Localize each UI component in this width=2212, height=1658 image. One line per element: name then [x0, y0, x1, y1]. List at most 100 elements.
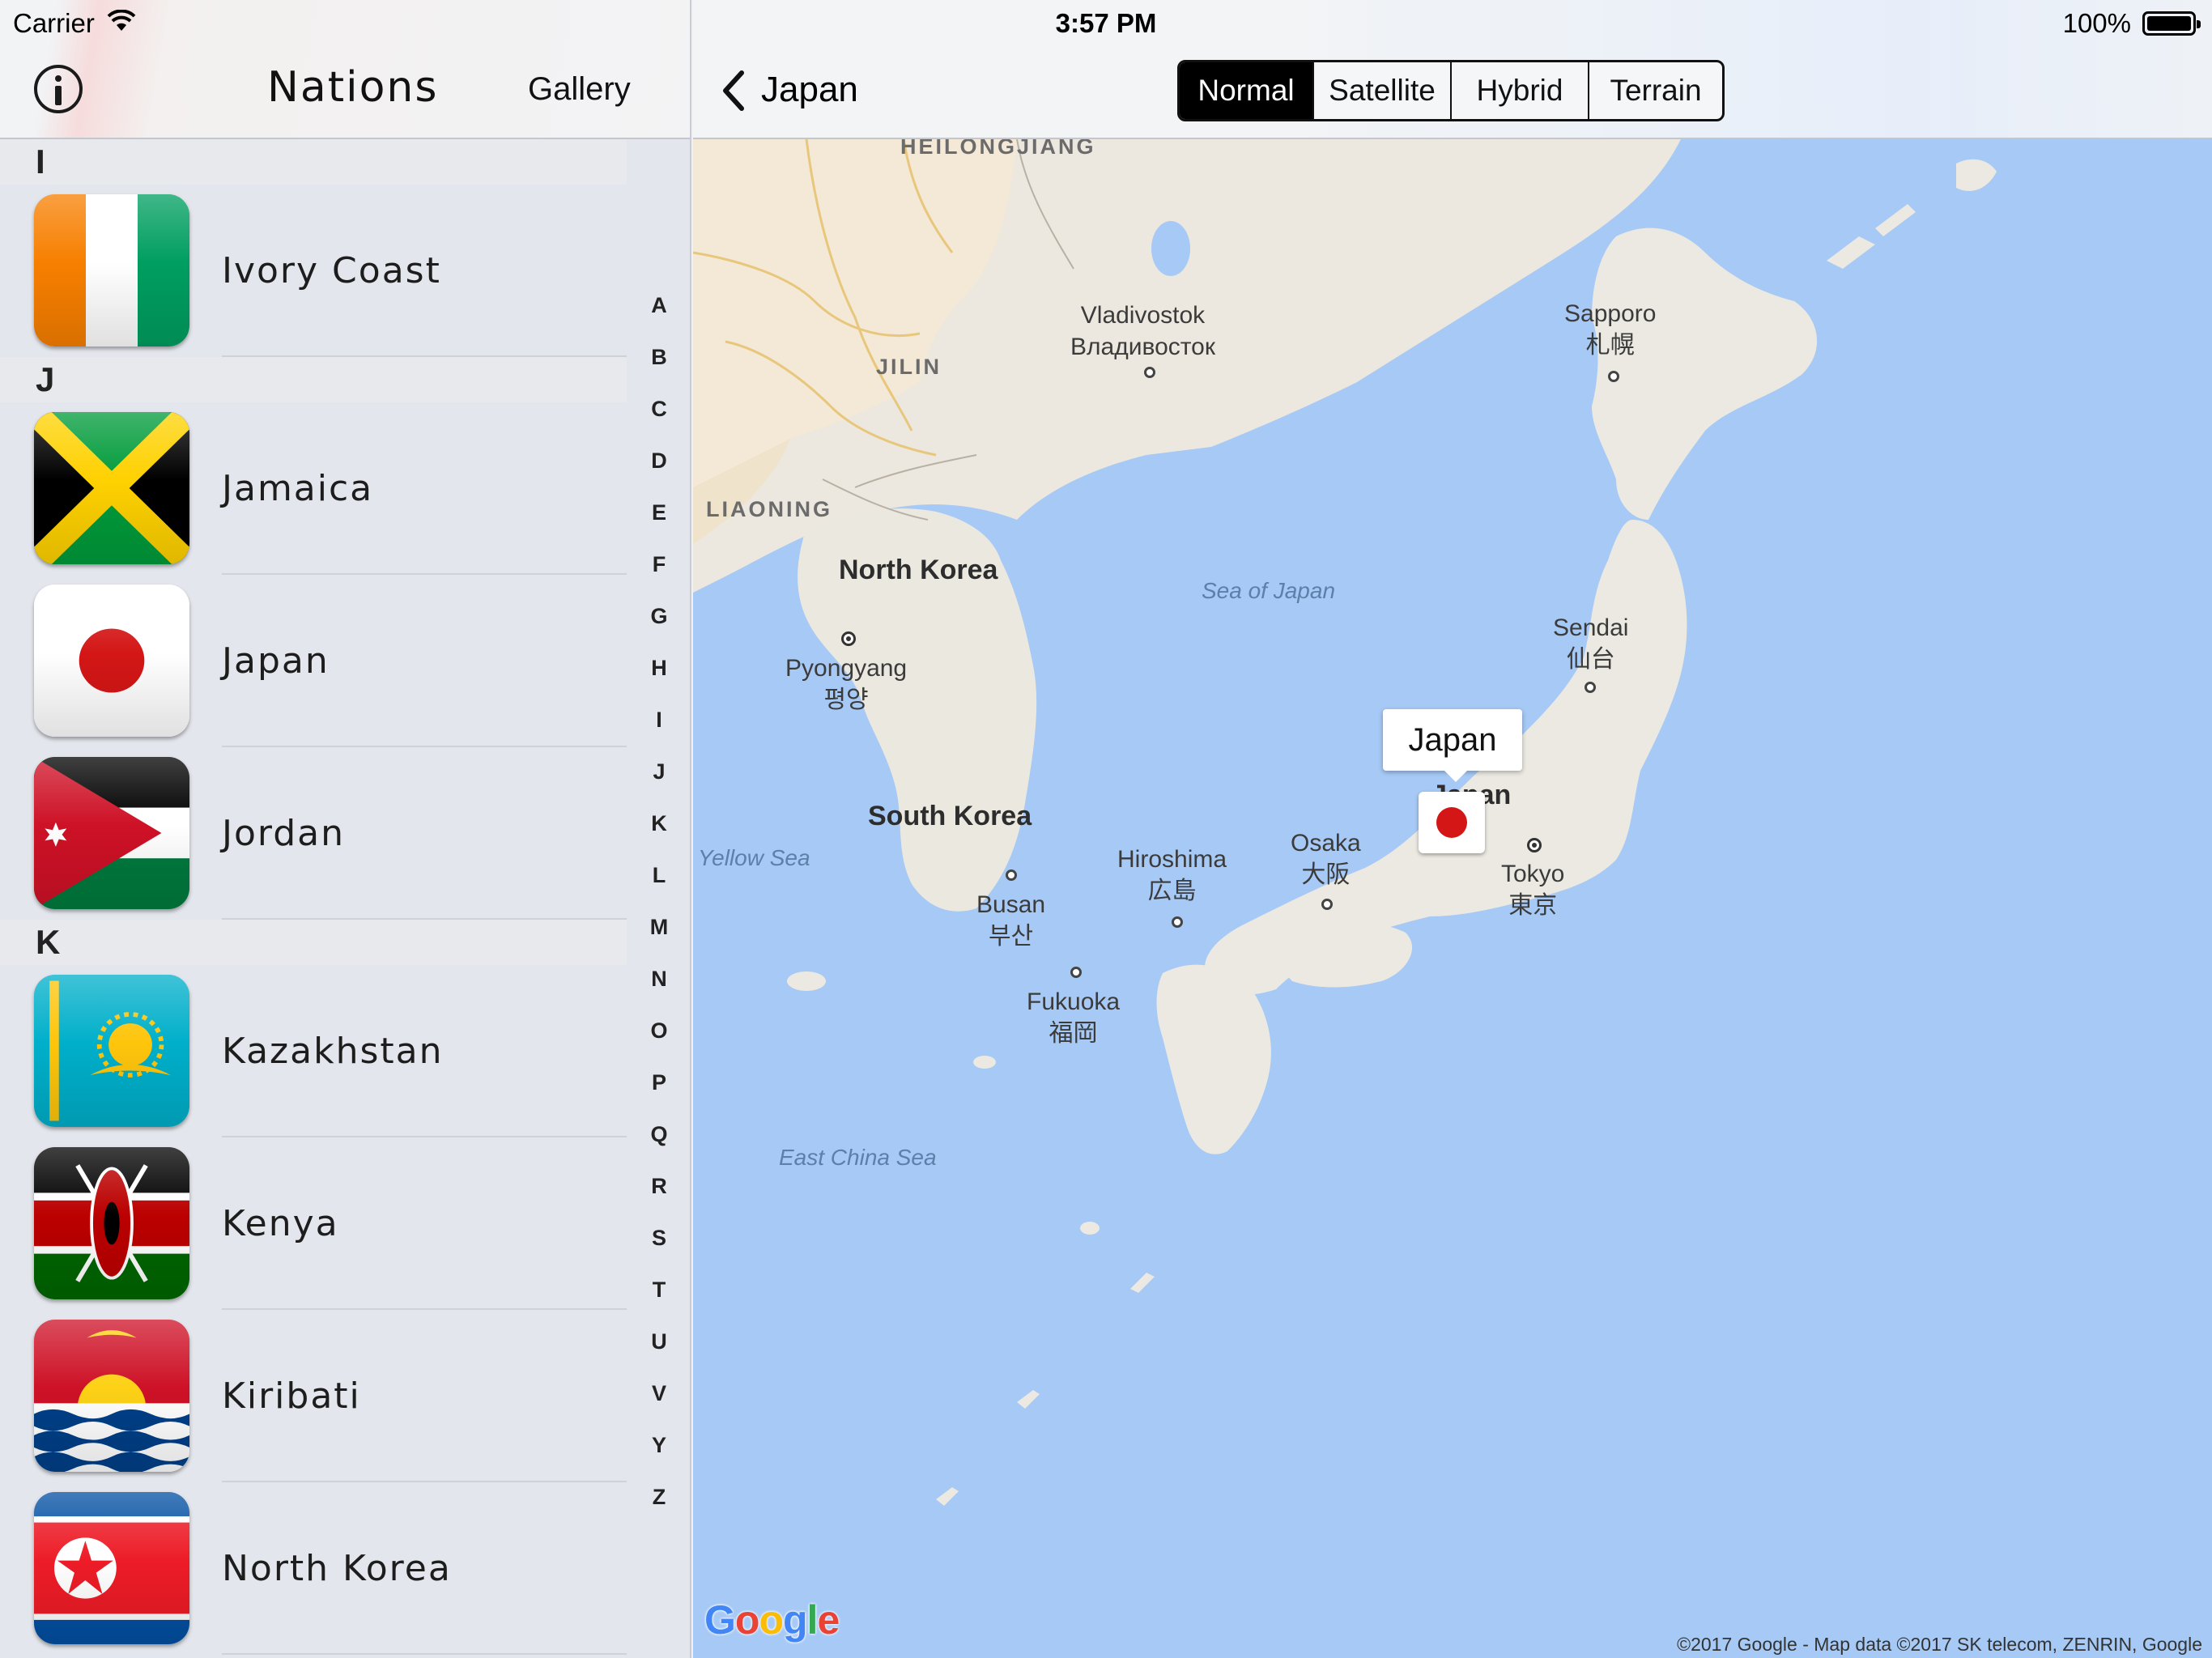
- chevron-left-icon: [723, 70, 744, 111]
- index-letter-l[interactable]: L: [627, 863, 690, 888]
- nations-list[interactable]: I Ivory Coast J Jamaica Japan Jordan K K…: [0, 139, 627, 1655]
- list-item-label: Japan: [222, 640, 330, 682]
- map-callout[interactable]: Japan: [1383, 709, 1522, 782]
- index-letter-m[interactable]: M: [627, 915, 690, 940]
- index-letter-u[interactable]: U: [627, 1329, 690, 1354]
- jamaica-flag-icon: [34, 412, 189, 564]
- city-marker: [1070, 967, 1082, 978]
- city-marker: [1608, 371, 1619, 382]
- region-label: LIAONING: [706, 497, 832, 521]
- battery-icon: [2142, 11, 2201, 36]
- list-item-kazakhstan[interactable]: Kazakhstan: [0, 965, 627, 1137]
- segment-normal[interactable]: Normal: [1180, 62, 1314, 119]
- index-letter-n[interactable]: N: [627, 967, 690, 992]
- index-letter-i[interactable]: I: [627, 708, 690, 733]
- battery-percentage: 100%: [2062, 8, 2131, 38]
- jordan-flag-icon: [34, 757, 189, 909]
- japan-flag-pin-icon[interactable]: [1419, 792, 1485, 853]
- city-marker: [1172, 916, 1183, 928]
- index-letter-p[interactable]: P: [627, 1070, 690, 1095]
- map-view[interactable]: HEILONGJIANG JILIN LIAONING North Korea …: [693, 139, 2212, 1658]
- city-label-sapporo: Sapporo 札幌: [1564, 300, 1657, 359]
- back-button-label: Japan: [761, 70, 858, 109]
- section-header-i: I: [0, 139, 627, 185]
- google-logo: Google: [704, 1597, 840, 1643]
- page-title: Nations: [267, 63, 439, 112]
- country-label: North Korea: [839, 555, 998, 585]
- index-letter-c[interactable]: C: [627, 397, 690, 422]
- index-letter-a[interactable]: A: [627, 293, 690, 318]
- city-marker: [1006, 869, 1017, 881]
- sea-label: East China Sea: [779, 1145, 937, 1170]
- index-letter-h[interactable]: H: [627, 656, 690, 681]
- city-marker: [1144, 367, 1155, 378]
- index-letter-z[interactable]: Z: [627, 1485, 690, 1510]
- city-label-vladivostok: Vladivostok Владивосток: [1070, 302, 1215, 360]
- kenya-flag-icon: [34, 1147, 189, 1299]
- gallery-button[interactable]: Gallery: [528, 71, 631, 108]
- city-marker: [1321, 899, 1333, 910]
- city-label-sendai: Sendai 仙台: [1553, 614, 1629, 673]
- section-header-j: J: [0, 357, 627, 402]
- index-letter-g[interactable]: G: [627, 604, 690, 629]
- ivory-coast-flag-icon: [34, 194, 189, 346]
- info-button[interactable]: [34, 65, 83, 113]
- country-label: South Korea: [868, 801, 1032, 831]
- list-item-ivory-coast[interactable]: Ivory Coast: [0, 185, 627, 357]
- status-bar: Carrier 3:57 PM 100%: [0, 0, 2212, 45]
- status-time: 3:57 PM: [1055, 8, 1157, 38]
- city-label-busan: Busan 부산: [976, 891, 1046, 950]
- index-letter-b[interactable]: B: [627, 345, 690, 370]
- list-item-jordan[interactable]: Jordan: [0, 747, 627, 920]
- index-letter-d[interactable]: D: [627, 449, 690, 474]
- section-index-bar[interactable]: A B C D E F G H I J K L M N O P Q R S T U V Y Z: [627, 139, 690, 1658]
- index-letter-v[interactable]: V: [627, 1381, 690, 1406]
- index-letter-j[interactable]: J: [627, 759, 690, 784]
- index-letter-o[interactable]: O: [627, 1018, 690, 1044]
- list-item-kiribati[interactable]: Kiribati: [0, 1310, 627, 1482]
- kiribati-flag-icon: [34, 1320, 189, 1472]
- sea-label: Sea of Japan: [1202, 578, 1336, 603]
- index-letter-f[interactable]: F: [627, 552, 690, 577]
- segment-hybrid[interactable]: Hybrid: [1452, 62, 1589, 119]
- list-item-label: Kazakhstan: [222, 1031, 444, 1072]
- list-item-label: North Korea: [222, 1548, 452, 1589]
- segment-terrain[interactable]: Terrain: [1589, 62, 1722, 119]
- index-letter-q[interactable]: Q: [627, 1122, 690, 1147]
- capital-marker: [1527, 838, 1542, 852]
- list-item-jamaica[interactable]: Jamaica: [0, 402, 627, 575]
- city-label-hiroshima: Hiroshima 広島: [1117, 846, 1227, 904]
- index-letter-k[interactable]: K: [627, 811, 690, 836]
- city-marker: [1585, 682, 1596, 693]
- section-header-k: K: [0, 920, 627, 965]
- north-korea-flag-icon: [34, 1492, 189, 1644]
- sea-label: Yellow Sea: [698, 845, 810, 870]
- index-letter-t[interactable]: T: [627, 1278, 690, 1303]
- index-letter-r[interactable]: R: [627, 1174, 690, 1199]
- map-attribution: ©2017 Google - Map data ©2017 SK telecom…: [1677, 1634, 2202, 1655]
- city-label-osaka: Osaka 大阪: [1291, 830, 1361, 888]
- index-letter-e[interactable]: E: [627, 500, 690, 525]
- list-item-japan[interactable]: Japan: [0, 575, 627, 747]
- region-label: JILIN: [876, 355, 942, 379]
- segment-satellite[interactable]: Satellite: [1314, 62, 1452, 119]
- list-item-label: Jamaica: [222, 468, 374, 509]
- list-item-label: Ivory Coast: [222, 250, 441, 291]
- city-label-pyongyang: Pyongyang 평양: [785, 655, 908, 713]
- city-label-tokyo: Tokyo 東京: [1501, 861, 1565, 919]
- japan-flag-icon: [34, 585, 189, 737]
- index-letter-y[interactable]: Y: [627, 1433, 690, 1458]
- list-item-label: Kiribati: [222, 1375, 361, 1417]
- list-item-label: Jordan: [222, 813, 345, 854]
- list-item-label: Kenya: [222, 1203, 339, 1244]
- list-item-kenya[interactable]: Kenya: [0, 1137, 627, 1310]
- map-type-selector[interactable]: Normal Satellite Hybrid Terrain: [1177, 60, 1725, 121]
- capital-marker: [841, 631, 856, 646]
- list-item-north-korea[interactable]: North Korea: [0, 1482, 627, 1655]
- kazakhstan-flag-icon: [34, 975, 189, 1127]
- nations-list-panel: Nations Gallery I Ivory Coast J Jamaica …: [0, 0, 691, 1658]
- region-label: HEILONGJIANG: [900, 139, 1096, 159]
- index-letter-s[interactable]: S: [627, 1226, 690, 1251]
- info-icon: [55, 75, 62, 82]
- city-label-fukuoka: Fukuoka 福岡: [1027, 988, 1121, 1047]
